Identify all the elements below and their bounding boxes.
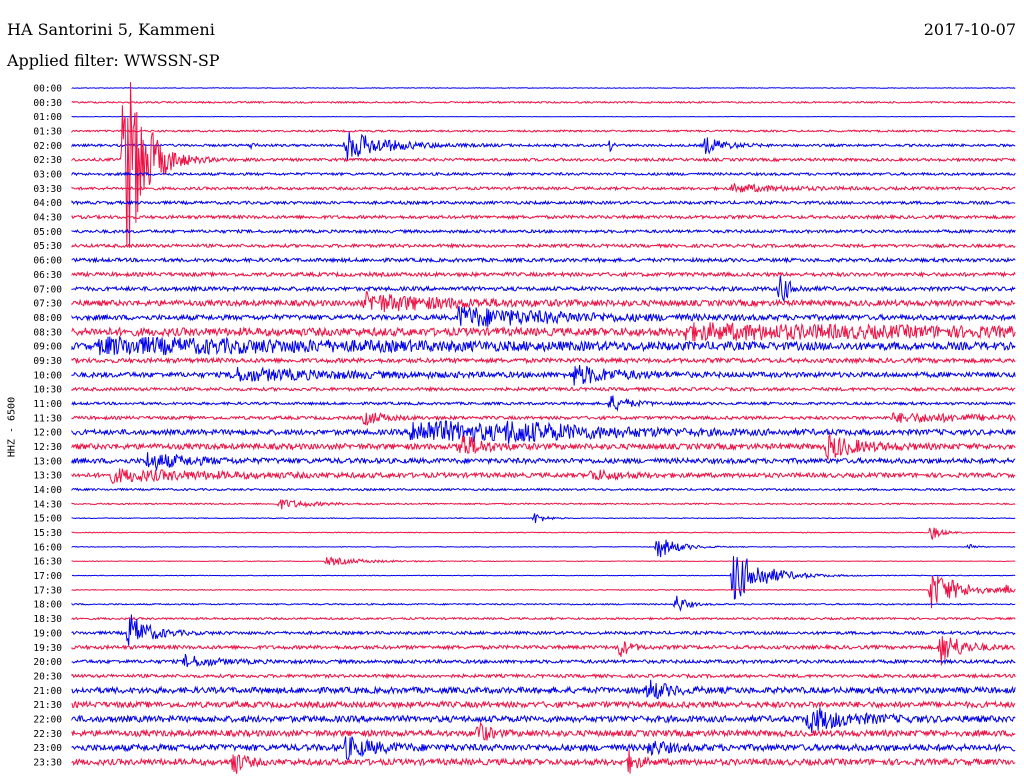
row-time-label: 01:00: [33, 112, 62, 123]
seismic-trace-row: [71, 385, 1016, 393]
seismic-trace-row: [71, 513, 1016, 524]
row-time-label: 15:00: [33, 514, 62, 525]
row-time-label: 05:30: [33, 241, 62, 252]
seismic-trace-row: [71, 275, 1016, 303]
seismic-trace-row: [71, 616, 1016, 621]
row-time-label: 00:30: [33, 98, 62, 109]
seismic-trace-row: [71, 468, 1016, 484]
row-time-label: 22:30: [33, 729, 62, 740]
seismic-trace-row: [71, 356, 1016, 365]
seismic-trace-row: [71, 672, 1016, 680]
seismic-trace-row: [71, 527, 1016, 540]
seismic-trace-row: [71, 721, 1016, 741]
row-time-label: 09:30: [33, 356, 62, 367]
row-time-label: 04:00: [33, 198, 62, 209]
seismic-trace-row: [71, 707, 1016, 734]
row-time-label: 02:30: [33, 155, 62, 166]
seismic-trace-row: [71, 365, 1016, 386]
seismic-trace-row: [71, 213, 1016, 221]
seismic-trace-row: [71, 653, 1016, 668]
seismic-trace-row: [71, 335, 1016, 356]
seismic-trace-row: [71, 595, 1016, 612]
seismic-trace-row: [71, 699, 1016, 710]
row-time-label: 00:00: [33, 84, 62, 95]
row-time-label: 09:00: [33, 342, 62, 353]
row-time-label: 19:30: [33, 643, 62, 654]
row-time-label: 06:00: [33, 256, 62, 267]
row-time-label: 15:30: [33, 528, 62, 539]
row-time-label: 06:30: [33, 270, 62, 281]
seismic-trace-row: [71, 395, 1016, 412]
seismic-trace-row: [71, 420, 1016, 444]
row-time-label: 12:00: [33, 428, 62, 439]
seismic-trace-row: [71, 556, 1016, 600]
seismic-trace-row: [71, 242, 1016, 250]
row-time-label: 20:00: [33, 657, 62, 668]
seismic-trace-row: [71, 270, 1016, 279]
seismic-trace-row: [71, 256, 1016, 264]
row-time-label: 16:30: [33, 557, 62, 568]
row-time-label: 14:30: [33, 499, 62, 510]
row-time-label: 17:00: [33, 571, 62, 582]
seismic-trace-row: [71, 556, 1016, 566]
seismic-trace-row: [71, 322, 1016, 342]
row-time-label: 23:30: [33, 757, 62, 768]
seismic-trace-row: [71, 87, 1016, 89]
row-time-label: 05:00: [33, 227, 62, 238]
row-time-label: 17:30: [33, 585, 62, 596]
seismic-trace-row: [71, 82, 1016, 248]
seismic-trace-row: [71, 228, 1016, 235]
row-time-label: 10:00: [33, 370, 62, 381]
row-time-label: 14:00: [33, 485, 62, 496]
seismic-trace-row: [71, 129, 1016, 134]
row-time-label: 10:30: [33, 385, 62, 396]
seismic-trace-row: [71, 432, 1016, 460]
row-time-label: 07:30: [33, 299, 62, 310]
row-time-label: 08:30: [33, 327, 62, 338]
row-time-label: 11:00: [33, 399, 62, 410]
row-time-label: 02:00: [33, 141, 62, 152]
row-time-label: 11:30: [33, 413, 62, 424]
seismic-trace-row: [71, 499, 1016, 510]
helicorder-plot: 00:00 00:30 01:00 01:30 02:00 02:30 03:00 03:30…: [33, 82, 1016, 774]
row-time-label: 03:00: [33, 170, 62, 181]
seismic-trace-row: [71, 679, 1016, 700]
seismic-trace-row: [71, 452, 1016, 472]
seismic-trace-row: [71, 736, 1016, 760]
seismic-trace-row: [71, 749, 1016, 774]
row-time-label: 03:30: [33, 184, 62, 195]
seismic-trace-row: [71, 199, 1016, 206]
seismic-trace-row: [71, 487, 1016, 492]
seismic-trace-row: [71, 575, 1016, 609]
row-time-label: 21:00: [33, 686, 62, 697]
row-time-label: 16:00: [33, 542, 62, 553]
row-time-label: 18:00: [33, 600, 62, 611]
row-time-label: 18:30: [33, 614, 62, 625]
row-time-label: 04:30: [33, 213, 62, 224]
seismic-trace-row: [71, 171, 1016, 177]
row-time-label: 19:00: [33, 628, 62, 639]
row-time-label: 21:30: [33, 700, 62, 711]
seismic-trace-row: [71, 305, 1016, 327]
row-time-label: 01:30: [33, 127, 62, 138]
seismic-trace-row: [71, 539, 1016, 558]
row-time-label: 12:30: [33, 442, 62, 453]
seismic-trace-row: [71, 132, 1016, 161]
row-time-label: 13:00: [33, 456, 62, 467]
row-time-label: 13:30: [33, 471, 62, 482]
row-time-label: 22:00: [33, 714, 62, 725]
row-time-label: 07:00: [33, 284, 62, 295]
row-time-label: 23:00: [33, 743, 62, 754]
seismic-trace-row: [71, 411, 1016, 426]
seismic-trace-row: [71, 100, 1016, 105]
row-time-label: 08:00: [33, 313, 62, 324]
row-time-label: 20:30: [33, 671, 62, 682]
seismic-trace-row: [71, 291, 1016, 313]
seismic-trace-row: [71, 183, 1016, 194]
